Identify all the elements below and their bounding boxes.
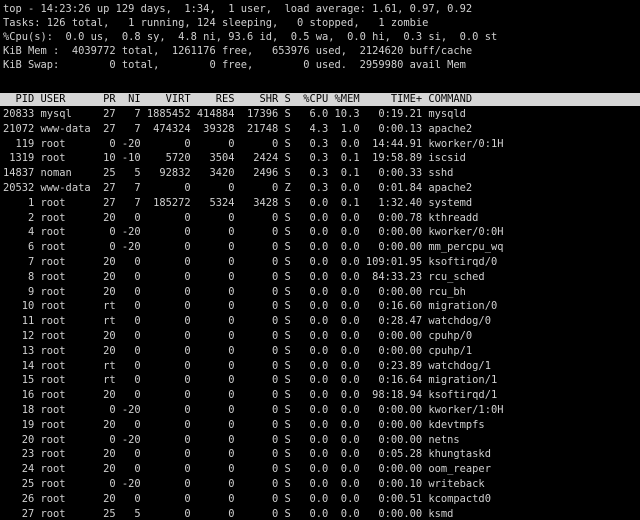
process-row: 119 root 0 -20 0 0 0 S 0.3 0.0 14:44.91 …	[3, 137, 504, 150]
process-row: 6 root 0 -20 0 0 0 S 0.0 0.0 0:00.00 mm_…	[3, 241, 504, 254]
process-row: 24 root 20 0 0 0 0 S 0.0 0.0 0:00.00 oom…	[3, 463, 491, 476]
process-row: 23 root 20 0 0 0 0 S 0.0 0.0 0:05.28 khu…	[3, 448, 491, 461]
process-row: 27 root 25 5 0 0 0 S 0.0 0.0 0:00.00 ksm…	[3, 507, 454, 520]
process-row: 20 root 0 -20 0 0 0 S 0.0 0.0 0:00.00 ne…	[3, 433, 460, 446]
process-row: 9 root 20 0 0 0 0 S 0.0 0.0 0:00.00 rcu_…	[3, 285, 466, 298]
process-row: 2 root 20 0 0 0 0 S 0.0 0.0 0:00.78 kthr…	[3, 211, 479, 224]
process-row: 14 root rt 0 0 0 0 S 0.0 0.0 0:23.89 wat…	[3, 359, 491, 372]
process-row: 14837 noman 25 5 92832 3420 2496 S 0.3 0…	[3, 167, 454, 180]
cpu-line: %Cpu(s): 0.0 us, 0.8 sy, 4.8 ni, 93.6 id…	[3, 31, 498, 43]
process-row: 10 root rt 0 0 0 0 S 0.0 0.0 0:16.60 mig…	[3, 300, 498, 313]
process-row: 20532 www-data 27 7 0 0 0 Z 0.3 0.0 0:01…	[3, 182, 473, 194]
process-row: 15 root rt 0 0 0 0 S 0.0 0.0 0:16.64 mig…	[3, 374, 498, 387]
uptime-load-line: top - 14:23:26 up 129 days, 1:34, 1 user…	[3, 3, 473, 15]
process-row: 19 root 20 0 0 0 0 S 0.0 0.0 0:00.00 kde…	[3, 418, 485, 431]
process-row: 26 root 20 0 0 0 0 S 0.0 0.0 0:00.51 kco…	[3, 492, 491, 505]
process-row: 1319 root 10 -10 5720 3504 2424 S 0.3 0.…	[3, 152, 466, 165]
column-header: PID USER PR NI VIRT RES SHR S %CPU %MEM …	[3, 93, 473, 105]
process-row: 12 root 20 0 0 0 0 S 0.0 0.0 0:00.00 cpu…	[3, 330, 473, 342]
process-row: 18 root 0 -20 0 0 0 S 0.0 0.0 0:00.00 kw…	[3, 404, 504, 416]
process-row: 7 root 20 0 0 0 0 S 0.0 0.0 109:01.95 ks…	[3, 256, 498, 268]
process-row: 4 root 0 -20 0 0 0 S 0.0 0.0 0:00.00 kwo…	[3, 226, 504, 239]
process-row: 1 root 27 7 185272 5324 3428 S 0.0 0.1 1…	[3, 196, 473, 209]
terminal-window[interactable]: top - 14:23:26 up 129 days, 1:34, 1 user…	[0, 0, 640, 520]
process-row: 16 root 20 0 0 0 0 S 0.0 0.0 98:18.94 ks…	[3, 389, 498, 402]
process-row: 20833 mysql 27 7 1885452 414884 17396 S …	[3, 108, 466, 120]
process-row: 13 root 20 0 0 0 0 S 0.0 0.0 0:00.00 cpu…	[3, 344, 473, 357]
process-row: 11 root rt 0 0 0 0 S 0.0 0.0 0:28.47 wat…	[3, 315, 491, 328]
process-row: 8 root 20 0 0 0 0 S 0.0 0.0 84:33.23 rcu…	[3, 270, 485, 283]
tasks-line: Tasks: 126 total, 1 running, 124 sleepin…	[3, 17, 429, 29]
swap-line: KiB Swap: 0 total, 0 free, 0 used. 29599…	[3, 59, 466, 71]
process-row: 21072 www-data 27 7 474324 39328 21748 S…	[3, 122, 473, 135]
memory-line: KiB Mem : 4039772 total, 1261176 free, 6…	[3, 45, 473, 57]
process-row: 25 root 0 -20 0 0 0 S 0.0 0.0 0:00.10 wr…	[3, 478, 485, 490]
